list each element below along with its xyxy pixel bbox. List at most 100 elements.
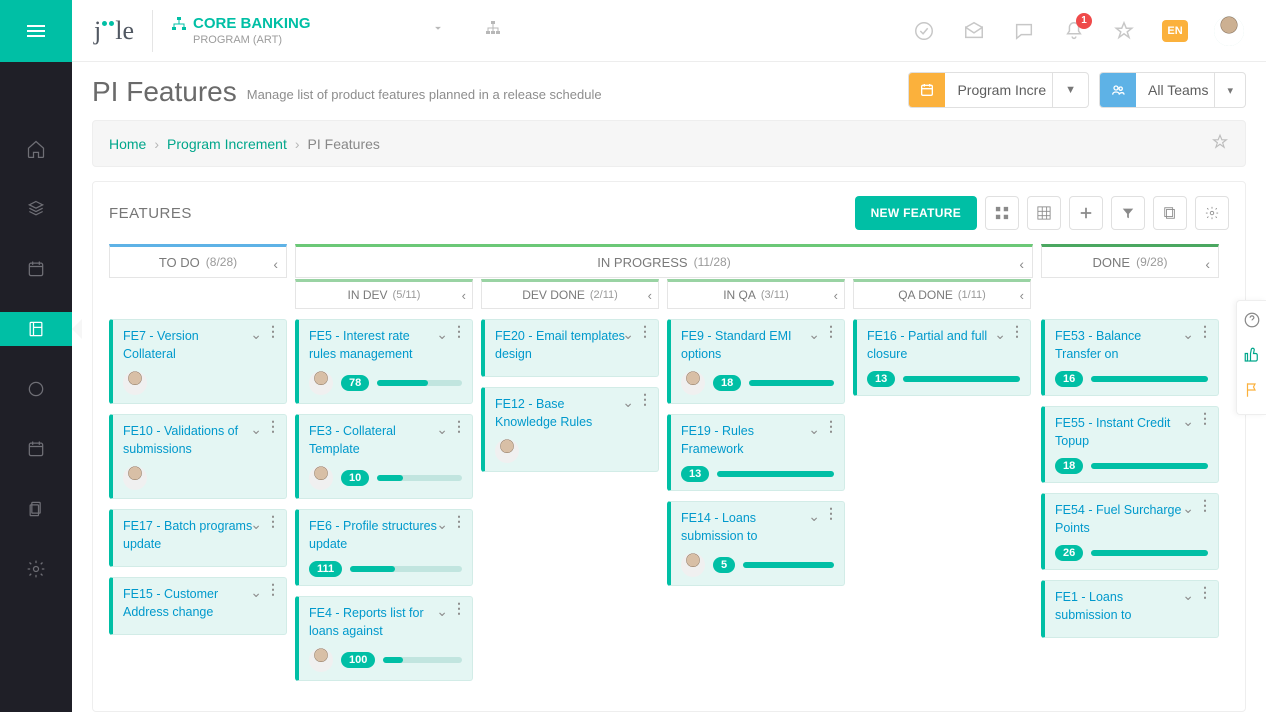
- expand-icon[interactable]: ⌄: [622, 394, 634, 411]
- feature-card[interactable]: ⌄⋮FE4 - Reports list for loans against10…: [295, 596, 473, 681]
- feature-card[interactable]: ⌄⋮FE3 - Collateral Template10: [295, 414, 473, 499]
- card-title[interactable]: FE9 - Standard EMI options: [681, 328, 811, 363]
- logo[interactable]: jle: [94, 16, 134, 46]
- collapse-icon[interactable]: ‹: [462, 288, 466, 303]
- card-title[interactable]: FE54 - Fuel Surcharge Points: [1055, 502, 1185, 537]
- expand-icon[interactable]: ⌄: [622, 326, 634, 343]
- card-title[interactable]: FE3 - Collateral Template: [309, 423, 439, 458]
- card-menu-icon[interactable]: ⋮: [1198, 413, 1212, 430]
- card-menu-icon[interactable]: ⋮: [824, 508, 838, 525]
- feature-card[interactable]: ⌄⋮ FE10 - Validations of submissions: [109, 414, 287, 499]
- collapse-icon[interactable]: ‹: [1020, 288, 1024, 303]
- feature-card[interactable]: ⌄⋮FE54 - Fuel Surcharge Points26: [1041, 493, 1219, 570]
- filter-button[interactable]: [1111, 196, 1145, 230]
- card-title[interactable]: FE20 - Email templates design: [495, 328, 625, 363]
- expand-icon[interactable]: ⌄: [808, 326, 820, 343]
- team-select[interactable]: All Teams ▾: [1099, 72, 1246, 108]
- collapse-icon[interactable]: ‹: [648, 288, 652, 303]
- feature-card[interactable]: ⌄⋮ FE20 - Email templates design: [481, 319, 659, 377]
- expand-icon[interactable]: ⌄: [250, 421, 262, 438]
- card-title[interactable]: FE12 - Base Knowledge Rules: [495, 396, 625, 431]
- card-menu-icon[interactable]: ⋮: [266, 326, 280, 343]
- card-title[interactable]: FE10 - Validations of submissions: [123, 423, 253, 458]
- feature-card[interactable]: ⌄⋮FE19 - Rules Framework13: [667, 414, 845, 491]
- collapse-icon[interactable]: ‹: [1205, 256, 1210, 272]
- expand-icon[interactable]: ⌄: [436, 421, 448, 438]
- expand-icon[interactable]: ⌄: [994, 326, 1006, 343]
- expand-icon[interactable]: ⌄: [808, 421, 820, 438]
- card-title[interactable]: FE7 - Version Collateral: [123, 328, 253, 363]
- card-title[interactable]: FE16 - Partial and full closure: [867, 328, 997, 363]
- favorite-page-icon[interactable]: [1211, 133, 1229, 154]
- feature-card[interactable]: ⌄⋮FE17 - Batch programs update: [109, 509, 287, 567]
- feature-card[interactable]: ⌄⋮ FE7 - Version Collateral: [109, 319, 287, 404]
- collapse-icon[interactable]: ‹: [834, 288, 838, 303]
- org-chart-icon[interactable]: [485, 20, 501, 41]
- expand-icon[interactable]: ⌄: [250, 584, 262, 601]
- like-icon[interactable]: [1243, 346, 1261, 369]
- nav-settings[interactable]: [0, 552, 72, 586]
- card-menu-icon[interactable]: ⋮: [824, 326, 838, 343]
- card-menu-icon[interactable]: ⋮: [1198, 500, 1212, 517]
- help-icon[interactable]: [1243, 311, 1261, 334]
- collapse-icon[interactable]: ‹: [1019, 256, 1024, 272]
- nav-home[interactable]: [0, 132, 72, 166]
- expand-icon[interactable]: ⌄: [1182, 587, 1194, 604]
- feature-card[interactable]: ⌄⋮FE5 - Interest rate rules management78: [295, 319, 473, 404]
- card-menu-icon[interactable]: ⋮: [824, 421, 838, 438]
- table-view-button[interactable]: [1027, 196, 1061, 230]
- nav-schedule[interactable]: [0, 432, 72, 466]
- expand-icon[interactable]: ⌄: [436, 603, 448, 620]
- add-button[interactable]: [1069, 196, 1103, 230]
- feature-card[interactable]: ⌄⋮FE9 - Standard EMI options18: [667, 319, 845, 404]
- expand-icon[interactable]: ⌄: [1182, 413, 1194, 430]
- program-dropdown-icon[interactable]: [431, 21, 445, 40]
- card-menu-icon[interactable]: ⋮: [638, 326, 652, 343]
- feature-card[interactable]: ⌄⋮FE1 - Loans submission to: [1041, 580, 1219, 638]
- card-title[interactable]: FE19 - Rules Framework: [681, 423, 811, 458]
- nav-progress[interactable]: [0, 372, 72, 406]
- card-menu-icon[interactable]: ⋮: [452, 326, 466, 343]
- settings-button[interactable]: [1195, 196, 1229, 230]
- card-title[interactable]: FE6 - Profile structures update: [309, 518, 439, 553]
- card-menu-icon[interactable]: ⋮: [266, 421, 280, 438]
- card-menu-icon[interactable]: ⋮: [452, 421, 466, 438]
- flag-icon[interactable]: [1243, 381, 1261, 404]
- crumb-home[interactable]: Home: [109, 136, 146, 152]
- nav-backlog[interactable]: [0, 192, 72, 226]
- nav-calendar[interactable]: [0, 252, 72, 286]
- card-menu-icon[interactable]: ⋮: [1198, 326, 1212, 343]
- copy-button[interactable]: [1153, 196, 1187, 230]
- expand-icon[interactable]: ⌄: [436, 516, 448, 533]
- new-feature-button[interactable]: NEW FEATURE: [855, 196, 977, 230]
- favorite-icon[interactable]: [1112, 19, 1136, 43]
- nav-files[interactable]: [0, 492, 72, 526]
- card-menu-icon[interactable]: ⋮: [638, 394, 652, 411]
- feature-card[interactable]: ⌄⋮FE14 - Loans submission to5: [667, 501, 845, 586]
- card-menu-icon[interactable]: ⋮: [1010, 326, 1024, 343]
- card-title[interactable]: FE55 - Instant Credit Topup: [1055, 415, 1185, 450]
- feature-card[interactable]: ⌄⋮FE55 - Instant Credit Topup18: [1041, 406, 1219, 483]
- language-switch[interactable]: EN: [1162, 20, 1188, 42]
- inbox-icon[interactable]: [962, 19, 986, 43]
- increment-select[interactable]: Program Incre ▼: [908, 72, 1089, 108]
- user-avatar[interactable]: [1214, 16, 1244, 46]
- program-selector[interactable]: CORE BANKING PROGRAM (ART): [152, 10, 311, 52]
- card-menu-icon[interactable]: ⋮: [266, 516, 280, 533]
- expand-icon[interactable]: ⌄: [250, 326, 262, 343]
- feature-card[interactable]: ⌄⋮FE16 - Partial and full closure13: [853, 319, 1031, 396]
- card-menu-icon[interactable]: ⋮: [266, 584, 280, 601]
- feature-card[interactable]: ⌄⋮ FE15 - Customer Address change: [109, 577, 287, 635]
- card-title[interactable]: FE53 - Balance Transfer on: [1055, 328, 1185, 363]
- hamburger-menu[interactable]: [0, 0, 72, 62]
- collapse-icon[interactable]: ‹: [273, 256, 278, 272]
- card-menu-icon[interactable]: ⋮: [452, 603, 466, 620]
- expand-icon[interactable]: ⌄: [1182, 500, 1194, 517]
- card-title[interactable]: FE5 - Interest rate rules management: [309, 328, 439, 363]
- grid-view-button[interactable]: [985, 196, 1019, 230]
- expand-icon[interactable]: ⌄: [1182, 326, 1194, 343]
- card-title[interactable]: FE15 - Customer Address change: [123, 586, 253, 621]
- feature-card[interactable]: ⌄⋮ FE12 - Base Knowledge Rules: [481, 387, 659, 472]
- chat-icon[interactable]: [1012, 19, 1036, 43]
- approve-icon[interactable]: [912, 19, 936, 43]
